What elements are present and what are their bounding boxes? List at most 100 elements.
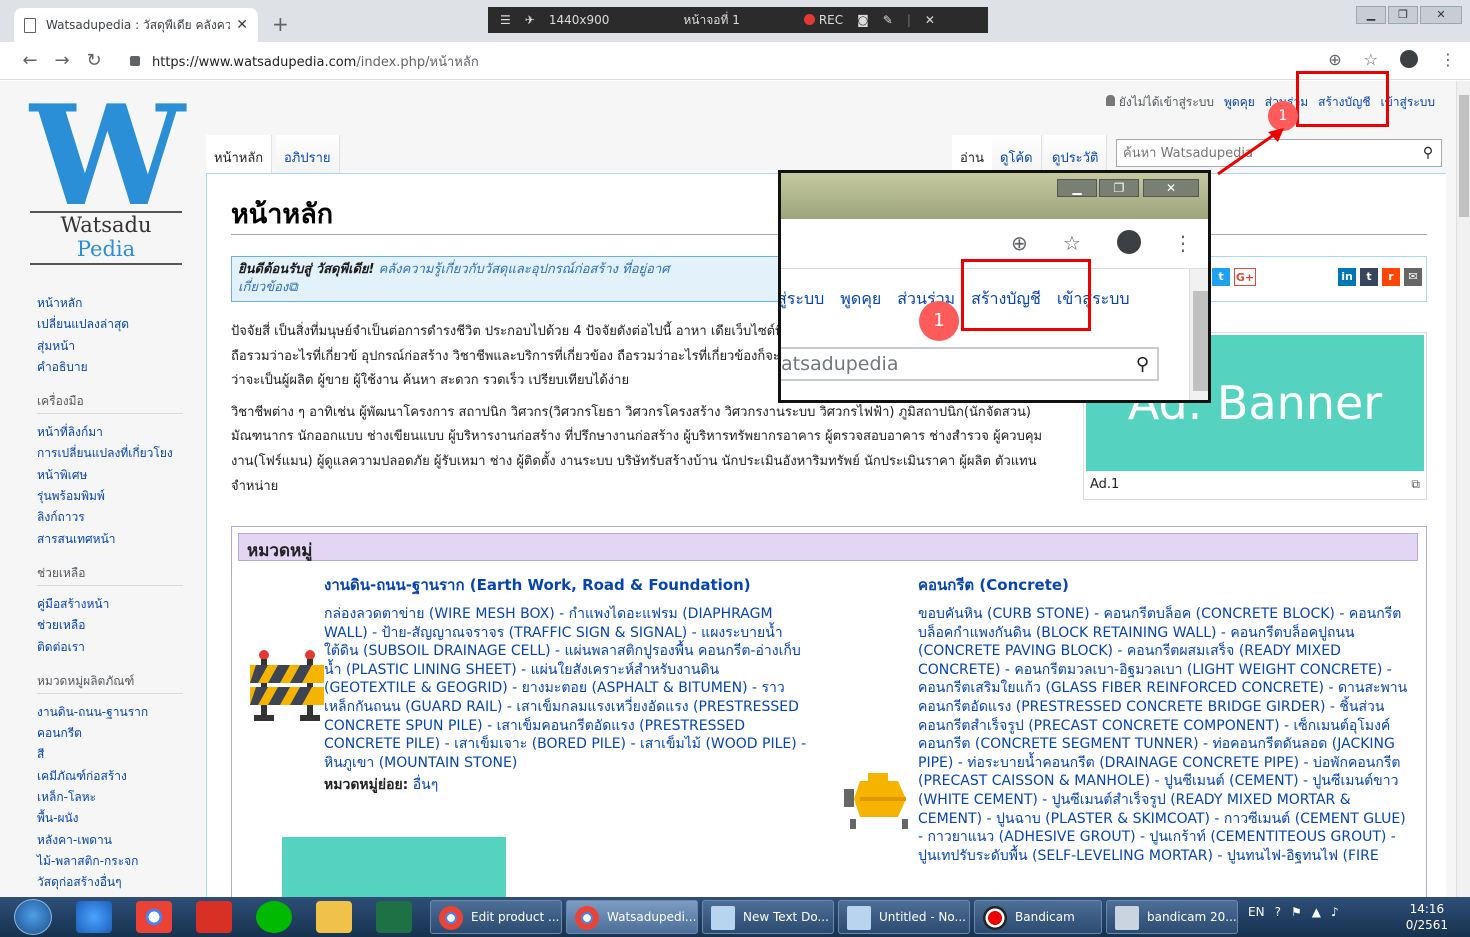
tab-main-page[interactable]: หน้าหลัก	[206, 135, 273, 173]
category-links[interactable]: กล่องลวดตาข่าย (WIRE MESH BOX) - กำแพงได…	[324, 605, 808, 772]
zoom-star-icon: ☆	[1063, 231, 1081, 255]
ie-icon[interactable]	[76, 901, 112, 933]
sidebar-item[interactable]: หลังคา-เพดาน	[37, 830, 183, 851]
taskbar-button[interactable]: bandicam 20...	[1106, 900, 1238, 934]
welcome-text-2[interactable]: เกี่ยวข้อง	[238, 280, 288, 295]
sidebar-item[interactable]: สุ่มหน้า	[37, 336, 183, 357]
pin-app-icon[interactable]	[196, 901, 232, 933]
scrollbar-thumb[interactable]	[1459, 95, 1469, 217]
taskbar-button[interactable]: Bandicam	[974, 900, 1102, 934]
category-title[interactable]: คอนกรีต (Concrete)	[918, 573, 1408, 597]
tray-expand-icon[interactable]: ▲	[1312, 905, 1321, 919]
sidebar-item[interactable]: เปลี่ยนแปลงล่าสุด	[37, 314, 183, 335]
sidebar-item[interactable]: หน้าที่ลิงก์มา	[37, 422, 183, 443]
sidebar-item[interactable]: สี	[37, 744, 183, 765]
address-bar[interactable]: https://www.watsadupedia.com/index.php/ห…	[120, 48, 1360, 74]
system-tray: EN ? ⚑ ▲ ♪	[1248, 905, 1339, 919]
sidebar-item[interactable]: พื้น-ผนัง	[37, 808, 183, 829]
sidebar-item[interactable]: สารสนเทศหน้า	[37, 529, 183, 550]
popout-icon[interactable]: ⧉	[1411, 477, 1420, 492]
tab-history[interactable]: ดูประวัติ	[1044, 135, 1108, 173]
sidebar-item[interactable]: คำอธิบาย	[37, 357, 183, 378]
zoom-icon[interactable]: ⊕	[1328, 50, 1341, 69]
chrome-icon	[575, 906, 599, 930]
sidebar-item[interactable]: วัสดุก่อสร้างอื่นๆ	[37, 872, 183, 893]
back-arrow-icon[interactable]: ←	[14, 50, 46, 71]
network-icon[interactable]: ⚑	[1291, 905, 1302, 919]
rec-label: REC	[818, 13, 844, 27]
help-icon[interactable]: ?	[1275, 905, 1281, 919]
pin-icon[interactable]: ✈	[525, 13, 535, 27]
sidebar-item[interactable]: การเปลี่ยนแปลงที่เกี่ยวโยง	[37, 443, 183, 464]
sidebar-item[interactable]: ช่วยเหลือ	[37, 615, 183, 636]
annotation-arrow-icon	[1217, 128, 1284, 176]
windows-taskbar: Edit product ... Watsadupedi... New Text…	[0, 897, 1470, 937]
linkedin-icon[interactable]: in	[1338, 268, 1356, 286]
rec-button[interactable]: REC	[803, 13, 844, 27]
excel-icon[interactable]	[376, 901, 412, 933]
sidebar-item[interactable]: ลิงก์ถาวร	[37, 507, 183, 528]
sidebar-item[interactable]: เคมีภัณฑ์ก่อสร้าง	[37, 766, 183, 787]
tab-close-icon[interactable]: ✕	[236, 17, 248, 33]
forward-arrow-icon[interactable]: →	[46, 50, 78, 71]
wiki-page: W Watsadu Pedia ยังไม่ได้เข้าสู่ระบบ พูด…	[0, 81, 1470, 897]
tab-view-source[interactable]: ดูโค้ด	[992, 135, 1042, 173]
sidebar-item[interactable]: งานดิน-ถนน-ฐานราก	[37, 702, 183, 723]
sidebar-item[interactable]: รุ่นพร้อมพิมพ์	[37, 486, 183, 507]
sidebar-item[interactable]: หน้าพิเศษ	[37, 465, 183, 486]
reload-icon[interactable]: ↻	[78, 50, 110, 71]
speaker-icon[interactable]: ♪	[1331, 905, 1339, 919]
tab-discussion[interactable]: อภิปราย	[276, 135, 340, 173]
user-icon	[1105, 95, 1115, 106]
site-logo[interactable]: W Watsadu Pedia	[30, 87, 185, 265]
google-plus-icon[interactable]: G+	[1234, 268, 1256, 286]
chrome-icon[interactable]	[136, 901, 172, 933]
browser-tab[interactable]: Watsadupedia : วัสดุพีเดีย คลังความ ✕	[14, 8, 258, 42]
tumblr-icon[interactable]: t	[1360, 268, 1378, 286]
image-file-icon	[1115, 906, 1139, 930]
twitter-icon[interactable]: t	[1212, 268, 1230, 286]
sidebar-item[interactable]: ติดต่อเรา	[37, 637, 183, 658]
search-icon[interactable]: ⚲	[1415, 145, 1441, 161]
vertical-scrollbar[interactable]	[1456, 81, 1470, 897]
recorder-close-icon[interactable]: ✕	[925, 13, 935, 27]
road-barrier-icon	[250, 650, 324, 721]
page-favicon-icon	[24, 17, 36, 33]
taskbar-button[interactable]: New Text Do...	[702, 900, 834, 934]
recorder-resolution: 1440x900	[548, 13, 610, 27]
folder-icon[interactable]	[316, 901, 352, 933]
talk-link[interactable]: พูดคุย	[1224, 93, 1255, 112]
bookmark-star-icon[interactable]: ☆	[1364, 50, 1378, 69]
sidebar-item[interactable]: คอนกรีต	[37, 723, 183, 744]
reddit-icon[interactable]: r	[1382, 268, 1400, 286]
new-tab-button[interactable]: +	[272, 12, 289, 36]
category-image-placeholder	[282, 837, 506, 897]
clock[interactable]: 14:16 0/2561	[1406, 901, 1448, 933]
language-indicator[interactable]: EN	[1248, 905, 1265, 919]
minimize-button[interactable]: ▁	[1356, 6, 1386, 24]
camera-icon[interactable]: ◙	[857, 13, 869, 27]
sidebar-item[interactable]: เหล็ก-โลหะ	[37, 787, 183, 808]
mail-icon[interactable]: ✉	[1404, 268, 1422, 286]
profile-avatar-icon[interactable]	[1400, 50, 1418, 68]
taskbar-button[interactable]: Watsadupedi...	[566, 900, 698, 934]
menu-dots-icon[interactable]: ⋮	[1440, 50, 1456, 69]
menu-icon[interactable]: ☰	[500, 13, 511, 27]
taskbar-button[interactable]: Untitled - No...	[838, 900, 970, 934]
sidebar-item[interactable]: คู่มือสร้างหน้า	[37, 594, 183, 615]
taskbar-button[interactable]: Edit product ...	[430, 900, 562, 934]
pen-icon[interactable]: ✎	[883, 13, 893, 27]
subcategory-link[interactable]: อื่นๆ	[408, 777, 439, 793]
sidebar-item[interactable]: ไม้-พลาสติก-กระจก	[37, 851, 183, 872]
zoom-close-icon: ✕	[1143, 179, 1199, 197]
tab-read[interactable]: อ่าน	[952, 135, 993, 173]
category-links[interactable]: ขอบคันหิน (CURB STONE) - คอนกรีตบล็อค (C…	[918, 605, 1408, 865]
sidebar-item[interactable]: หน้าหลัก	[37, 293, 183, 314]
notepad-icon	[847, 906, 871, 930]
close-window-button[interactable]: ✕	[1420, 6, 1462, 24]
line-icon[interactable]	[256, 901, 292, 933]
category-title[interactable]: งานดิน-ถนน-ฐานราก (Earth Work, Road & Fo…	[324, 573, 808, 597]
start-button[interactable]	[14, 899, 52, 935]
recorder-monitor: หน้าจอที่ 1	[683, 12, 740, 27]
maximize-button[interactable]: ❐	[1388, 6, 1418, 24]
